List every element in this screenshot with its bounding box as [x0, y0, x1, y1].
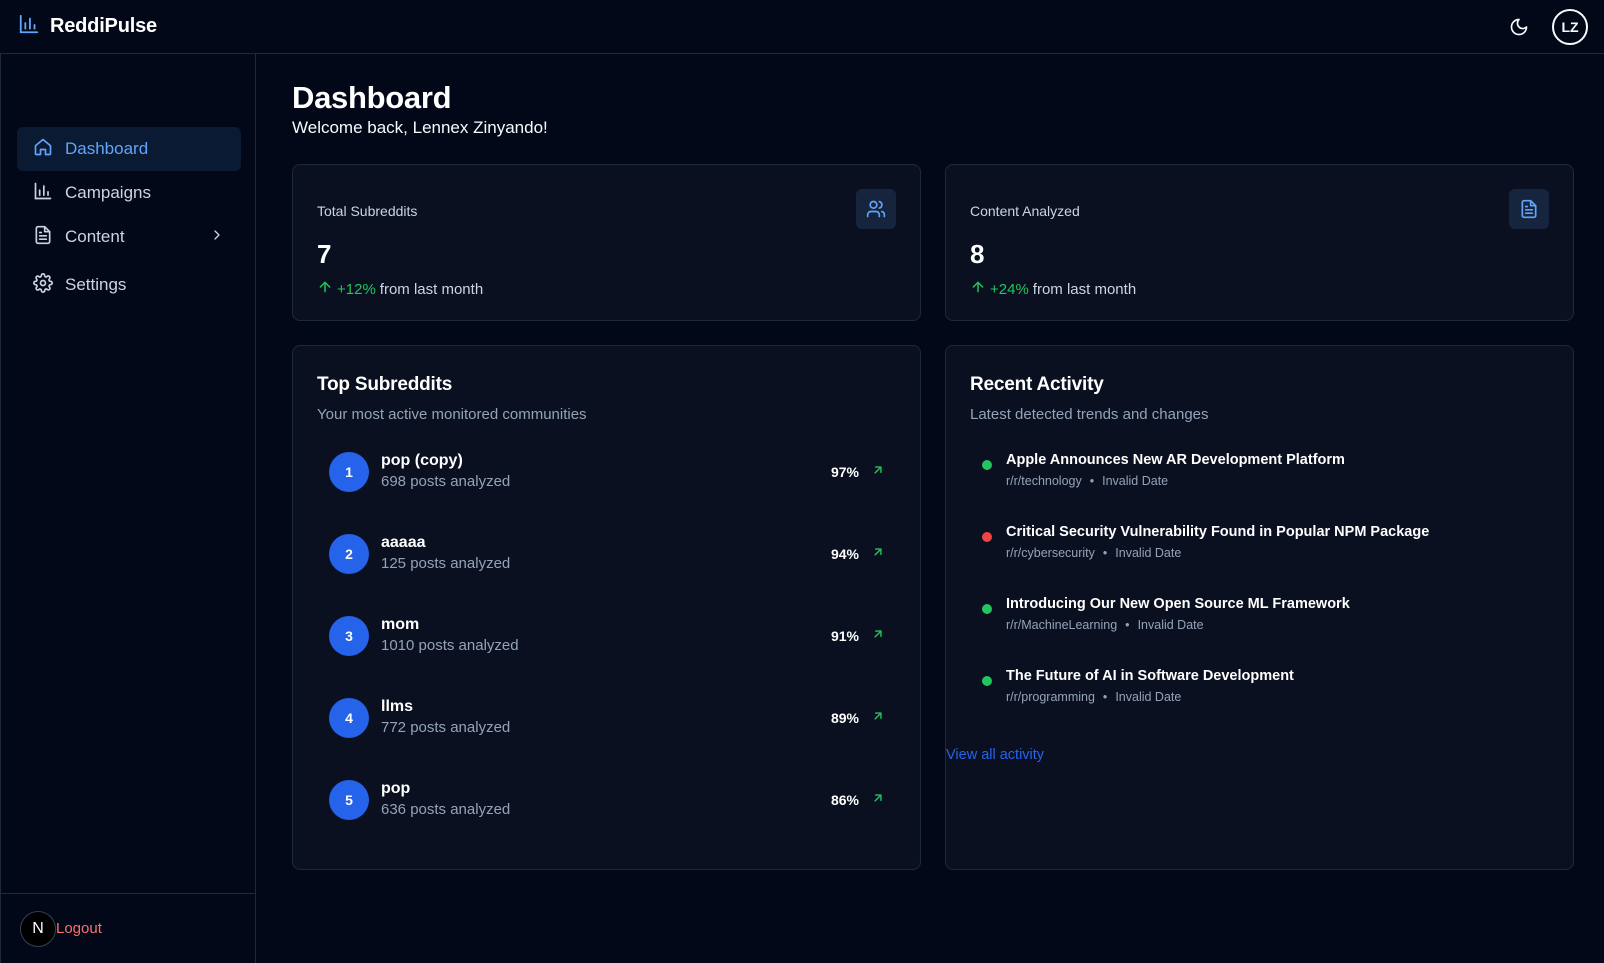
bar-chart-icon [18, 13, 40, 40]
top-bar: ReddiPulse LZ [0, 0, 1604, 54]
stat-change: +12% from last month [317, 279, 483, 299]
sidebar-item-label: Content [65, 227, 125, 246]
list-item[interactable]: 3 mom 1010 posts analyzed 91% [329, 615, 885, 657]
recent-activity-card: Recent Activity Latest detected trends a… [945, 345, 1574, 870]
activity-title: Critical Security Vulnerability Found in… [1006, 524, 1430, 540]
trend-up-icon [871, 545, 885, 564]
score-percent: 91% [830, 628, 859, 644]
rank-badge: 3 [329, 616, 369, 656]
arrow-up-icon [970, 279, 986, 299]
subreddit-name: mom [381, 616, 420, 633]
list-item[interactable]: 1 pop (copy) 698 posts analyzed 97% [329, 451, 885, 493]
welcome-message: Welcome back, Lennex Zinyando! [292, 118, 548, 137]
status-dot [982, 460, 992, 470]
activity-date: Invalid Date [1115, 546, 1182, 560]
posts-count: 636 posts analyzed [381, 801, 511, 818]
stat-label: Total Subreddits [317, 203, 418, 219]
status-dot [982, 532, 992, 542]
bar-chart-icon [33, 181, 53, 206]
activity-meta: r/r/MachineLearning • Invalid Date [1006, 618, 1204, 632]
subreddit-name: pop (copy) [381, 452, 463, 469]
list-item[interactable]: 2 aaaaa 125 posts analyzed 94% [329, 533, 885, 575]
chevron-right-icon[interactable] [209, 227, 225, 248]
sidebar-item-dashboard[interactable]: Dashboard [17, 127, 241, 171]
activity-date: Invalid Date [1102, 474, 1169, 488]
stat-value: 8 [970, 239, 985, 269]
rank-badge: 2 [329, 534, 369, 574]
trend-up-icon [871, 709, 885, 728]
score-percent: 86% [830, 792, 859, 808]
sidebar: Dashboard Campaigns Content Settings N L… [0, 54, 256, 963]
activity-date: Invalid Date [1115, 690, 1182, 704]
stat-change: +24% from last month [970, 279, 1136, 299]
stat-change-percent: +12% [337, 280, 376, 298]
sidebar-nav: Dashboard Campaigns Content Settings [17, 127, 241, 307]
list-item[interactable]: 4 llms 772 posts analyzed 89% [329, 697, 885, 739]
activity-subreddit: r/r/technology [1006, 474, 1082, 488]
score-percent: 97% [830, 464, 859, 480]
sidebar-item-label: Settings [65, 275, 127, 294]
home-icon [33, 137, 53, 162]
page-title: Dashboard [292, 80, 452, 115]
activity-date: Invalid Date [1137, 618, 1204, 632]
subreddit-name: pop [381, 780, 411, 797]
gear-icon [33, 272, 53, 298]
brand[interactable]: ReddiPulse [18, 13, 157, 40]
subreddit-name: llms [381, 698, 414, 715]
stat-card-content-analyzed: Content Analyzed 8 +24% from last month [945, 164, 1574, 321]
card-subtitle: Your most active monitored communities [317, 406, 587, 423]
view-all-activity-link[interactable]: View all activity [946, 747, 1044, 763]
sidebar-item-settings[interactable]: Settings [17, 263, 241, 307]
rank-badge: 4 [329, 698, 369, 738]
activity-title: Introducing Our New Open Source ML Frame… [1006, 596, 1350, 612]
rank-badge: 5 [329, 780, 369, 820]
activity-meta: r/r/technology • Invalid Date [1006, 474, 1169, 488]
status-dot [982, 676, 992, 686]
activity-meta: r/r/cybersecurity • Invalid Date [1006, 546, 1182, 560]
logout-link[interactable]: Logout [56, 920, 102, 937]
posts-count: 772 posts analyzed [381, 719, 511, 736]
app-name: ReddiPulse [50, 15, 157, 37]
stat-card-total-subreddits: Total Subreddits 7 +12% from last month [292, 164, 921, 321]
activity-subreddit: r/r/programming [1006, 690, 1095, 704]
card-title: Recent Activity [970, 374, 1104, 395]
activity-meta: r/r/programming • Invalid Date [1006, 690, 1182, 704]
sidebar-item-label: Dashboard [65, 139, 149, 158]
users-icon [856, 189, 896, 229]
list-item[interactable]: 5 pop 636 posts analyzed 86% [329, 779, 885, 821]
posts-count: 125 posts analyzed [381, 555, 511, 572]
theme-toggle-moon-icon[interactable] [1508, 16, 1530, 38]
trend-up-icon [871, 791, 885, 810]
stat-change-suffix: from last month [1032, 280, 1137, 298]
trend-up-icon [871, 627, 885, 646]
trend-up-icon [871, 463, 885, 482]
rank-badge: 1 [329, 452, 369, 492]
status-dot [982, 604, 992, 614]
stat-change-suffix: from last month [379, 280, 484, 298]
file-text-icon [33, 225, 53, 250]
sidebar-item-label: Campaigns [65, 183, 151, 202]
card-subtitle: Latest detected trends and changes [970, 406, 1209, 423]
stat-value: 7 [317, 239, 332, 269]
posts-count: 698 posts analyzed [381, 473, 511, 490]
subreddit-name: aaaaa [381, 534, 426, 551]
activity-title: Apple Announces New AR Development Platf… [1006, 452, 1345, 468]
sidebar-item-campaigns[interactable]: Campaigns [17, 171, 241, 215]
score-percent: 94% [830, 546, 859, 562]
activity-title: The Future of AI in Software Development [1006, 668, 1294, 684]
file-text-icon [1509, 189, 1549, 229]
activity-subreddit: r/r/MachineLearning [1006, 618, 1118, 632]
top-subreddits-card: Top Subreddits Your most active monitore… [292, 345, 921, 870]
user-avatar[interactable]: LZ [1552, 8, 1588, 45]
arrow-up-icon [317, 279, 333, 299]
card-title: Top Subreddits [317, 374, 453, 395]
sidebar-footer: N Logout [1, 893, 256, 963]
sidebar-item-content[interactable]: Content [17, 215, 241, 259]
app-logo-icon: N [20, 910, 56, 947]
posts-count: 1010 posts analyzed [381, 637, 519, 654]
stat-change-percent: +24% [990, 280, 1029, 298]
activity-subreddit: r/r/cybersecurity [1006, 546, 1095, 560]
score-percent: 89% [830, 710, 859, 726]
stat-label: Content Analyzed [970, 203, 1080, 219]
